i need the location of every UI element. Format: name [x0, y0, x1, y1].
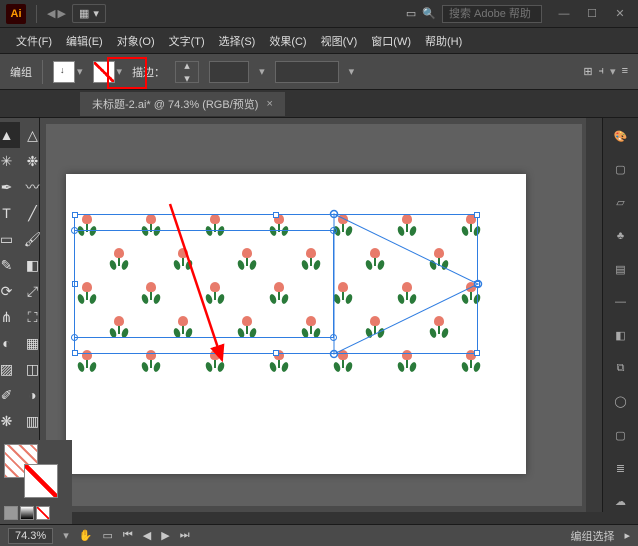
tool-type[interactable]: T	[0, 200, 20, 226]
panel-align-icon[interactable]: ⧉	[610, 358, 632, 379]
menu-help[interactable]: 帮助(H)	[419, 29, 468, 53]
status-selection-label: 编组选择	[570, 528, 614, 544]
chevron-down-icon: ▾	[93, 7, 99, 20]
zoom-select[interactable]: 74.3%	[8, 528, 53, 544]
canvas-area[interactable]	[40, 118, 602, 512]
stroke-weight-stepper[interactable]: ▴ ▾	[175, 61, 199, 83]
document-tab-title: 未标题-2.ai* @ 74.3% (RGB/预览)	[92, 96, 258, 112]
grid-icon: ▦	[79, 7, 89, 20]
stroke-label: 描边：	[132, 64, 165, 80]
tool-magic-wand[interactable]: ✳	[0, 148, 20, 174]
stroke-profile-select[interactable]	[209, 61, 249, 83]
status-menu-icon[interactable]: ▸	[624, 529, 630, 542]
search-input[interactable]	[442, 5, 542, 23]
align-icon-2[interactable]: ⫞	[599, 65, 605, 78]
menu-select[interactable]: 选择(S)	[213, 29, 262, 53]
stepper-down-icon[interactable]: ▾	[184, 72, 190, 85]
stepper-up-icon[interactable]: ▴	[184, 59, 190, 72]
status-bar: 74.3% ▾ ✋ ▭ ⏮ ◀ ▶ ⏭ 编组选择 ▸	[0, 524, 638, 546]
opacity-field[interactable]	[275, 61, 339, 83]
fill-control[interactable]: ▾	[53, 61, 83, 83]
selection-inner-rect[interactable]	[74, 230, 334, 338]
panel-stroke-icon[interactable]: ▱	[610, 192, 632, 213]
panel-swatches-icon[interactable]: ▢	[610, 159, 632, 180]
menu-effect[interactable]: 效果(C)	[263, 29, 312, 53]
tool-symbol-sprayer[interactable]: ❋	[0, 408, 20, 434]
panel-appearance-icon[interactable]: ◯	[610, 391, 632, 412]
artboard-nav-icon[interactable]: ▭	[102, 529, 112, 542]
stroke-swatch[interactable]	[93, 61, 115, 83]
close-button[interactable]: ✕	[608, 5, 632, 23]
tool-shaper[interactable]: ✎	[0, 252, 20, 278]
tool-mesh[interactable]: ▨	[0, 356, 20, 382]
nav-right-icon[interactable]: ▶	[57, 7, 65, 20]
nav-last-icon[interactable]: ⏭	[180, 529, 190, 542]
menu-bar: 文件(F) 编辑(E) 对象(O) 文字(T) 选择(S) 效果(C) 视图(V…	[0, 28, 638, 54]
opacity-dd-icon[interactable]: ▾	[349, 65, 355, 78]
tool-width[interactable]: ⋔	[0, 304, 20, 330]
stroke-color-control[interactable]: ▾	[93, 61, 123, 83]
right-panel-dock: 🎨 ▢ ▱ ♣ ▤ ― ◧ ⧉ ◯ ▢ ≣ ☁	[602, 118, 638, 512]
nav-prev-icon[interactable]: ◀	[143, 529, 151, 542]
tool-rotate[interactable]: ⟳	[0, 278, 20, 304]
panel-menu-icon[interactable]: ≡	[622, 65, 628, 78]
panel-sep-1: ―	[610, 292, 632, 313]
search-icon[interactable]: 🔍	[422, 7, 436, 20]
panel-graphic-styles-icon[interactable]: ▢	[610, 425, 632, 446]
panel-transform-icon[interactable]: ◧	[610, 325, 632, 346]
maximize-button[interactable]: ☐	[580, 5, 604, 23]
align-dd-icon[interactable]: ▾	[610, 65, 616, 78]
fill-swatch[interactable]	[53, 61, 75, 83]
stroke-dropdown-icon[interactable]: ▾	[117, 65, 123, 78]
tool-selection[interactable]: ▲	[0, 122, 20, 148]
doc-arrange-icon[interactable]: ▭	[406, 7, 416, 20]
none-mode-btn[interactable]	[36, 506, 50, 520]
selection-type-label: 编组	[10, 64, 32, 80]
tool-shape-builder[interactable]: ◐	[0, 330, 20, 356]
panel-layers-icon[interactable]: ≣	[610, 458, 632, 479]
control-bar: 编组 ▾ ▾ 描边： ▴ ▾ ▾ ▾ ⊞ ⫞ ▾ ≡	[0, 54, 638, 90]
panel-color-icon[interactable]: 🎨	[610, 126, 632, 147]
gradient-mode-btn[interactable]	[20, 506, 34, 520]
selection-inner-triangle[interactable]	[334, 214, 478, 354]
color-mode-btn[interactable]	[4, 506, 18, 520]
nav-first-icon[interactable]: ⏮	[123, 529, 133, 542]
menu-type[interactable]: 文字(T)	[163, 29, 211, 53]
menu-window[interactable]: 窗口(W)	[365, 29, 417, 53]
menu-edit[interactable]: 编辑(E)	[60, 29, 109, 53]
document-tab-bar: 未标题-2.ai* @ 74.3% (RGB/预览) ×	[0, 90, 638, 118]
vertical-scrollbar[interactable]	[586, 118, 602, 512]
menu-file[interactable]: 文件(F)	[10, 29, 58, 53]
hand-icon[interactable]: ✋	[79, 529, 93, 542]
app-logo: Ai	[6, 4, 26, 24]
nav-left-icon[interactable]: ◀	[47, 7, 55, 20]
zoom-dd-icon[interactable]: ▾	[63, 529, 69, 542]
fill-stroke-panel	[0, 440, 72, 524]
panel-brushes-icon[interactable]: ▤	[610, 259, 632, 280]
tool-eyedropper[interactable]: ✐	[0, 382, 20, 408]
workspace-switcher[interactable]: ▦ ▾	[72, 4, 106, 23]
minimize-button[interactable]: —	[552, 5, 576, 23]
nav-next-icon[interactable]: ▶	[161, 529, 169, 542]
document-tab[interactable]: 未标题-2.ai* @ 74.3% (RGB/预览) ×	[80, 92, 285, 116]
align-icon-1[interactable]: ⊞	[583, 65, 592, 78]
stroke-indicator[interactable]	[24, 464, 58, 498]
menu-view[interactable]: 视图(V)	[315, 29, 364, 53]
tool-rectangle[interactable]: ▭	[0, 226, 20, 252]
main-area: ▲ △ ✳❉ ✒〰 T╱ ▭🖌 ✎◧ ⟳⤢ ⋔⛶ ◐▦ ▨◫ ✐◑ ❋▥ ▣✂ …	[0, 118, 638, 512]
fill-dropdown-icon[interactable]: ▾	[77, 65, 83, 78]
nav-arrows: ◀ ▶	[47, 7, 66, 20]
title-bar: Ai ◀ ▶ ▦ ▾ ▭ 🔍 — ☐ ✕	[0, 0, 638, 28]
menu-object[interactable]: 对象(O)	[111, 29, 161, 53]
tool-pen[interactable]: ✒	[0, 174, 20, 200]
panel-libraries-icon[interactable]: ☁	[610, 491, 632, 512]
tab-close-icon[interactable]: ×	[266, 98, 272, 110]
stroke-profile-dd-icon[interactable]: ▾	[259, 65, 265, 78]
panel-symbols-icon[interactable]: ♣	[610, 226, 632, 247]
